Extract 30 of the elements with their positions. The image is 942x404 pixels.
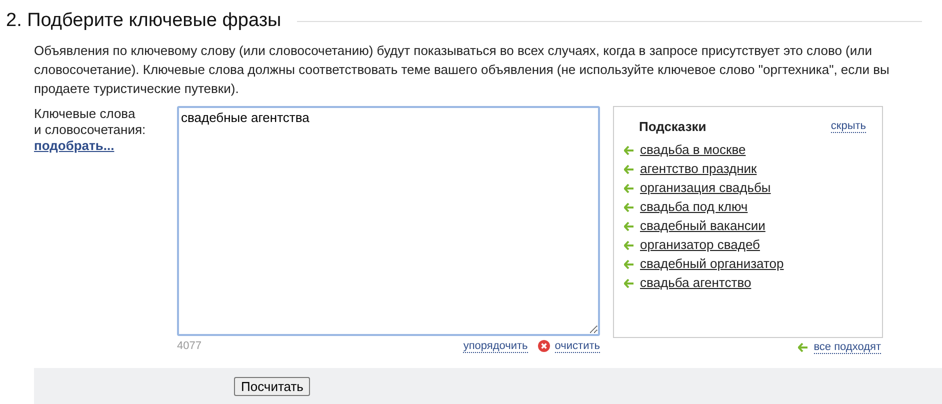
sort-link[interactable]: упорядочить xyxy=(463,340,528,353)
section-description: Объявления по ключевому слову (или словосочетанию) будут показываться во всех случаях, когда в запросе присутствует это слово (или словосочетание). Ключевые слова должны соответствовать теме вашего объявления (не используйте ключевое слово "оргтехника", если вы продаете туристические путевки). xyxy=(34,42,890,98)
left-arrow-icon xyxy=(624,240,634,250)
left-arrow-icon xyxy=(624,278,634,288)
clear-icon xyxy=(538,340,550,352)
suggestion-link[interactable]: агентство праздник xyxy=(640,159,757,179)
suggestions-title: Подсказки xyxy=(639,118,706,136)
field-label: Ключевые слова и словосочетания: xyxy=(34,106,147,138)
suggestion-link[interactable]: организация свадьбы xyxy=(640,178,771,198)
left-arrow-icon xyxy=(624,146,634,154)
left-arrow-icon xyxy=(798,343,808,352)
keywords-field[interactable]: свадебные агентства xyxy=(177,106,600,336)
all-suitable-link[interactable]: все подходят xyxy=(814,341,881,354)
hide-link[interactable]: скрыть xyxy=(830,120,866,134)
suggestion-link[interactable]: свадьба в москве xyxy=(640,140,746,160)
suggestion-link[interactable]: свадьба агентство xyxy=(640,273,752,293)
pick-link[interactable]: подобрать... xyxy=(34,138,114,154)
calculate-button[interactable]: Посчитать xyxy=(234,377,310,396)
suggestion-link[interactable]: свадебный организатор xyxy=(640,254,784,274)
clear-link[interactable]: очистить xyxy=(554,340,600,353)
left-arrow-icon xyxy=(624,222,634,230)
left-arrow-icon xyxy=(624,164,634,174)
left-arrow-icon xyxy=(624,260,634,268)
character-counter: 4077 xyxy=(177,339,202,354)
section-title: 2. Подберите ключевые фразы xyxy=(6,9,282,33)
left-arrow-icon xyxy=(624,202,634,212)
left-arrow-icon xyxy=(624,184,634,192)
suggestion-link[interactable]: организатор свадеб xyxy=(640,235,760,255)
suggestion-link[interactable]: свадебный вакансии xyxy=(640,216,766,236)
suggestion-link[interactable]: свадьба под ключ xyxy=(640,197,748,217)
